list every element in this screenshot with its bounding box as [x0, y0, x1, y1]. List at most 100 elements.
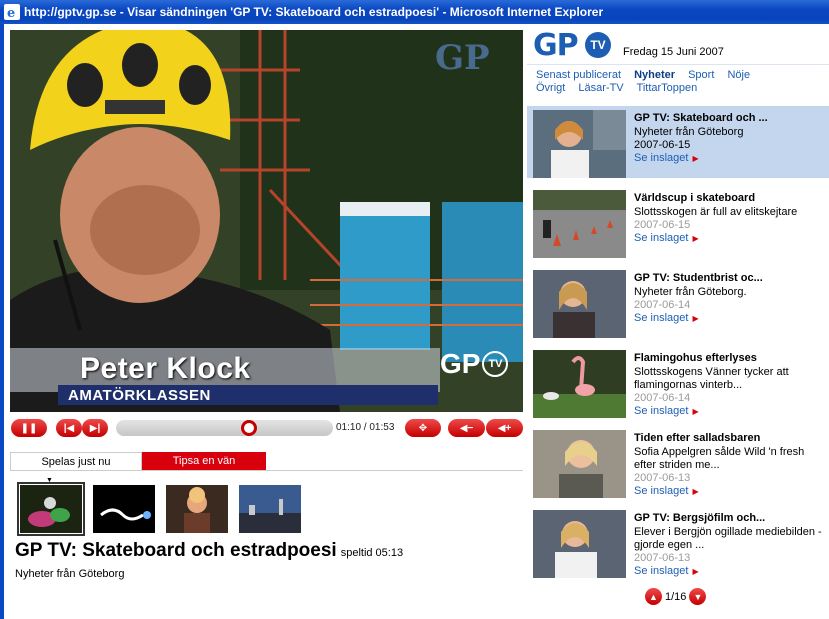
corner-logo-tv: TV — [482, 351, 509, 377]
volume-up-icon: ◀+ — [497, 422, 512, 434]
player-controls: ❚❚ |◀ ▶| 01:10 / 01:53 ✥ ◀− ◀+ — [10, 418, 523, 438]
pause-button[interactable]: ❚❚ — [11, 419, 47, 437]
nav-link-entertainment[interactable]: Nöje — [727, 69, 750, 81]
page-up-button[interactable]: ▲ — [645, 588, 662, 605]
item-title[interactable]: Världscup i skateboard — [634, 192, 755, 204]
item-desc-text: Sofia Appelgren sålde Wild 'n fresh efte… — [634, 446, 805, 471]
arrow-right-icon: ▶ — [692, 407, 699, 416]
arrow-right-icon: ▶ — [692, 154, 699, 163]
video-overlay-subtitle: AMATÖRKLASSEN — [68, 387, 211, 404]
nav-link-reader-tv[interactable]: Läsar-TV — [578, 82, 623, 94]
page-indicator: 1/16 — [665, 590, 687, 603]
item-date: 2007-06-15 — [634, 139, 691, 151]
item-link[interactable]: Se inslaget ▶ — [634, 565, 826, 578]
nav-link-sport[interactable]: Sport — [688, 69, 714, 81]
tab-tip-friend[interactable]: Tipsa en vän — [142, 452, 266, 470]
list-item[interactable]: Tiden efter salladsbaren Sofia Appelgren… — [527, 426, 829, 498]
window-title: http://gptv.gp.se - Visar sändningen 'GP… — [24, 5, 604, 19]
item-date: 2007-06-14 — [634, 392, 691, 404]
window-titlebar: e http://gptv.gp.se - Visar sändningen '… — [0, 0, 829, 24]
item-link-label: Se inslaget — [634, 152, 689, 164]
video-overlay-name: Peter Klock — [80, 352, 251, 385]
nav-divider — [527, 64, 829, 65]
item-link[interactable]: Se inslaget ▶ — [634, 405, 826, 418]
current-duration: speltid 05:13 — [340, 547, 404, 559]
item-thumbnail[interactable] — [533, 270, 626, 338]
svg-text:e: e — [7, 6, 15, 20]
playlist-thumb[interactable] — [93, 485, 155, 533]
volume-down-button[interactable]: ◀− — [448, 419, 485, 437]
playback-time: 01:10 / 01:53 — [336, 422, 395, 433]
list-item[interactable]: GP TV: Studentbrist oc... Nyheter från G… — [527, 266, 829, 338]
video-player-screen[interactable]: GP Peter Klock AMATÖRKLASSEN GP TV — [10, 30, 523, 412]
item-thumbnail[interactable] — [533, 190, 626, 258]
fullscreen-button[interactable]: ✥ — [405, 419, 441, 437]
nav-link-other[interactable]: Övrigt — [536, 82, 565, 94]
list-item[interactable]: Världscup i skateboard Slottsskogen är f… — [527, 186, 829, 258]
list-item[interactable]: Flamingohus efterlyses Slottsskogens Vän… — [527, 346, 829, 418]
current-video-source: Nyheter från Göteborg — [15, 568, 125, 580]
seek-handle[interactable] — [241, 420, 257, 436]
previous-button[interactable]: |◀ — [56, 419, 82, 437]
list-item[interactable]: GP TV: Skateboard och ... Nyheter från G… — [527, 106, 829, 178]
item-date: 2007-06-13 — [634, 472, 691, 484]
playlist-thumb[interactable] — [166, 485, 228, 533]
arrow-right-icon: ▶ — [692, 314, 699, 323]
playlist-thumb[interactable] — [17, 482, 85, 536]
item-title[interactable]: GP TV: Studentbrist oc... — [634, 272, 763, 284]
current-video-title: GP TV: Skateboard och estradpoesi speltid… — [15, 540, 403, 562]
gp-tv-logo[interactable]: GP TV — [533, 28, 611, 63]
item-description: Sofia Appelgren sålde Wild 'n fresh efte… — [634, 446, 826, 498]
volume-up-button[interactable]: ◀+ — [486, 419, 523, 437]
item-description: Slottsskogen är full av elitskejtare 200… — [634, 206, 826, 245]
item-link-label: Se inslaget — [634, 232, 689, 244]
current-date: Fredag 15 Juni 2007 — [623, 46, 724, 58]
tab-playing-now[interactable]: Spelas just nu — [10, 452, 142, 470]
video-corner-logo: GP TV — [440, 348, 509, 380]
item-thumbnail[interactable] — [533, 430, 626, 498]
item-desc-text: Elever i Bergjön ogillade mediebilden - … — [634, 526, 822, 551]
item-thumbnail[interactable] — [533, 110, 626, 178]
nav-link-latest[interactable]: Senast publicerat — [536, 69, 621, 81]
skip-forward-icon: ▶| — [89, 422, 101, 434]
item-title[interactable]: Flamingohus efterlyses — [634, 352, 757, 364]
item-title[interactable]: GP TV: Bergsjöfilm och... — [634, 512, 765, 524]
arrow-right-icon: ▶ — [692, 487, 699, 496]
item-link-label: Se inslaget — [634, 485, 689, 497]
page-down-button[interactable]: ▼ — [689, 588, 707, 605]
item-link[interactable]: Se inslaget ▶ — [634, 312, 826, 325]
window-frame — [0, 24, 4, 619]
playlist-thumb[interactable] — [239, 485, 301, 533]
item-date: 2007-06-15 — [634, 219, 691, 231]
seek-bar[interactable] — [116, 420, 333, 436]
item-description: Elever i Bergjön ogillade mediebilden - … — [634, 526, 826, 578]
item-link[interactable]: Se inslaget ▶ — [634, 152, 826, 165]
item-thumbnail[interactable] — [533, 350, 626, 418]
nav-link-news[interactable]: Nyheter — [634, 69, 675, 81]
item-link-label: Se inslaget — [634, 312, 689, 324]
current-title-text: GP TV: Skateboard och estradpoesi — [15, 540, 337, 561]
fullscreen-icon: ✥ — [418, 422, 428, 434]
item-link[interactable]: Se inslaget ▶ — [634, 232, 826, 245]
item-date: 2007-06-13 — [634, 552, 691, 564]
item-desc-text: Nyheter från Göteborg. — [634, 286, 747, 298]
item-title[interactable]: Tiden efter salladsbaren — [634, 432, 760, 444]
nav-row-2: Övrigt Läsar-TV TittarToppen — [536, 82, 707, 94]
item-link-label: Se inslaget — [634, 565, 689, 577]
item-title[interactable]: GP TV: Skateboard och ... — [634, 112, 768, 124]
item-date: 2007-06-14 — [634, 299, 691, 311]
item-desc-text: Slottsskogens Vänner tycker att flamingo… — [634, 366, 789, 391]
item-thumbnail[interactable] — [533, 510, 626, 578]
nav-link-top-viewed[interactable]: TittarToppen — [637, 82, 698, 94]
arrow-down-icon: ▼ — [693, 591, 703, 602]
item-description: Nyheter från Göteborg. 2007-06-14 Se ins… — [634, 286, 826, 325]
arrow-up-icon: ▲ — [649, 591, 658, 602]
next-button[interactable]: ▶| — [82, 419, 108, 437]
item-desc-text: Nyheter från Göteborg — [634, 126, 744, 138]
item-link[interactable]: Se inslaget ▶ — [634, 485, 826, 498]
item-description: Nyheter från Göteborg 2007-06-15 Se insl… — [634, 126, 826, 165]
arrow-right-icon: ▶ — [692, 567, 699, 576]
list-item[interactable]: GP TV: Bergsjöfilm och... Elever i Bergj… — [527, 506, 829, 578]
pause-icon: ❚❚ — [20, 422, 38, 434]
corner-logo-gp: GP — [440, 348, 481, 379]
